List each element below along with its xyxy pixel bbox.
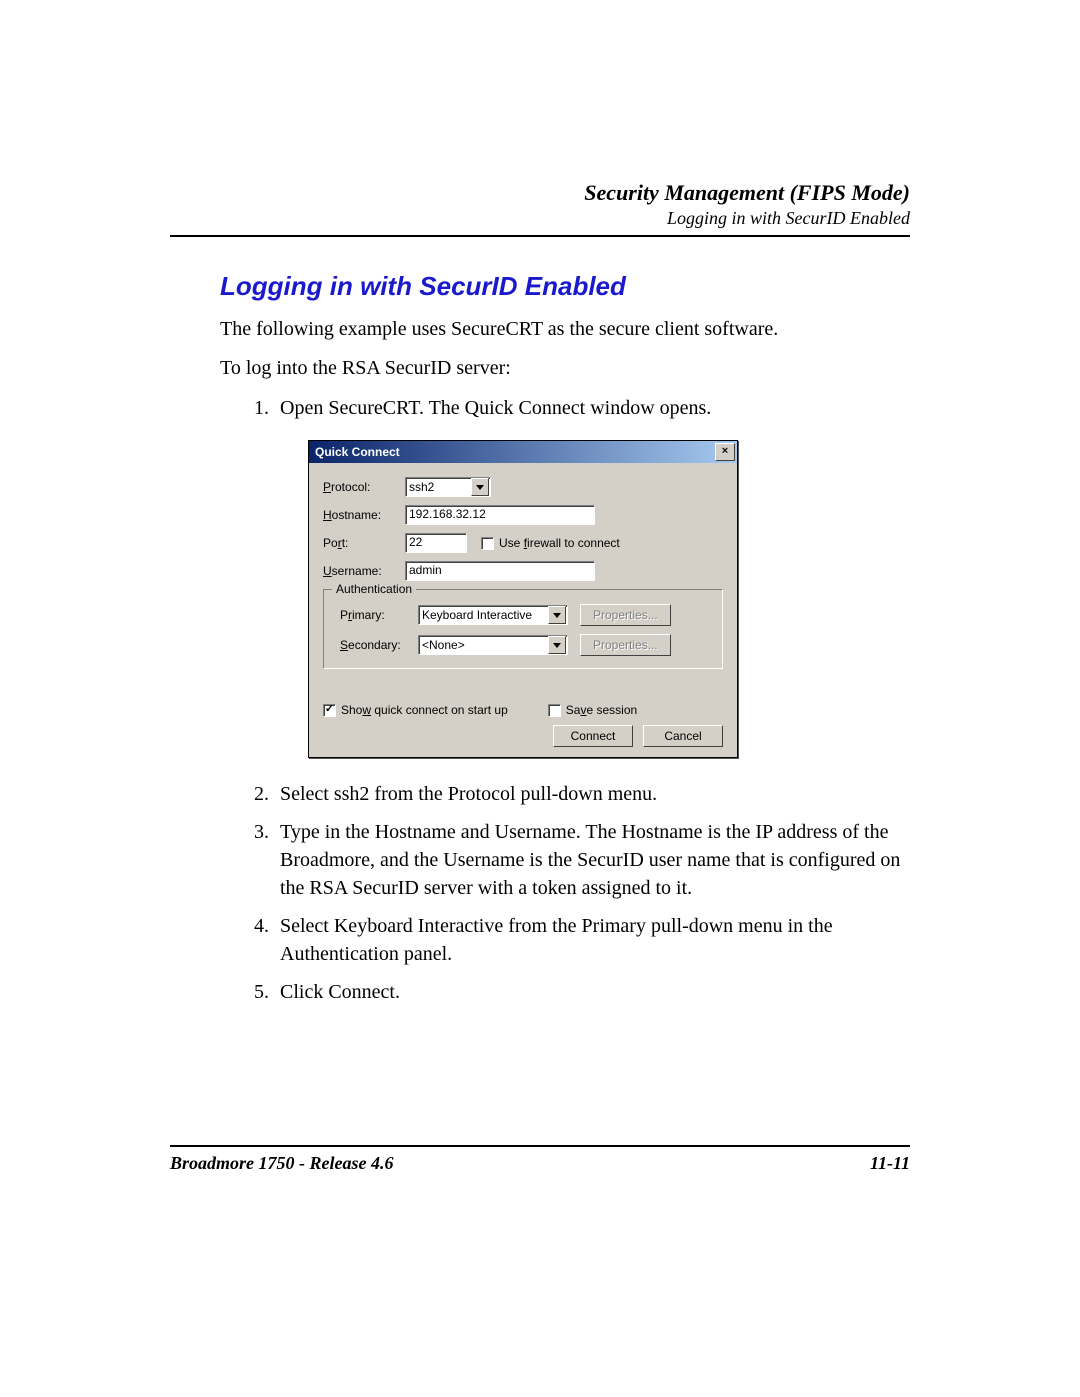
connect-button[interactable]: Connect [553,725,633,747]
dialog-title: Quick Connect [315,445,715,459]
show-quick-connect-checkbox[interactable] [323,704,336,717]
step-5: Click Connect. [274,978,910,1006]
secondary-label: Secondary: [334,638,418,652]
username-field[interactable]: admin [405,561,595,581]
step-1: Open SecureCRT. The Quick Connect window… [274,394,910,422]
authentication-legend: Authentication [332,582,416,596]
protocol-combo[interactable]: ssh2 [405,477,491,497]
footer-page-number: 11-11 [870,1153,910,1174]
primary-properties-button[interactable]: Properties... [580,604,671,626]
authentication-group: Authentication Primary: Keyboard Interac… [323,589,723,669]
step-4: Select Keyboard Interactive from the Pri… [274,912,910,968]
port-field[interactable]: 22 [405,533,467,553]
section-heading: Logging in with SecurID Enabled [220,271,910,302]
username-label: Username: [323,564,405,578]
secondary-combo[interactable]: <None> [418,635,568,655]
chevron-down-icon[interactable] [548,636,566,654]
chevron-down-icon[interactable] [471,478,489,496]
hostname-label: Hostname: [323,508,405,522]
footer-rule [170,1145,910,1147]
close-icon[interactable]: × [715,443,735,461]
cancel-button[interactable]: Cancel [643,725,723,747]
intro-paragraph-2: To log into the RSA SecurID server: [220,355,910,382]
step-2: Select ssh2 from the Protocol pull-down … [274,780,910,808]
primary-label: Primary: [334,608,418,622]
save-session-label: Save session [566,703,637,717]
port-label: Port: [323,536,405,550]
show-quick-connect-label: Show quick connect on start up [341,703,508,717]
hostname-field[interactable]: 192.168.32.12 [405,505,595,525]
steps-list-cont: Select ssh2 from the Protocol pull-down … [248,780,910,1006]
primary-combo[interactable]: Keyboard Interactive [418,605,568,625]
firewall-checkbox[interactable] [481,537,494,550]
intro-paragraph-1: The following example uses SecureCRT as … [220,316,910,343]
chevron-down-icon[interactable] [548,606,566,624]
step-3: Type in the Hostname and Username. The H… [274,818,910,902]
protocol-label: Protocol: [323,480,405,494]
secondary-properties-button[interactable]: Properties... [580,634,671,656]
firewall-label: Use firewall to connect [499,536,620,550]
header-rule [170,235,910,237]
section-running-head: Logging in with SecurID Enabled [170,208,910,229]
quick-connect-dialog: Quick Connect × Protocol: ssh2 Hostname:… [308,440,738,758]
chapter-title: Security Management (FIPS Mode) [170,180,910,206]
steps-list: Open SecureCRT. The Quick Connect window… [248,394,910,422]
dialog-titlebar[interactable]: Quick Connect × [309,441,737,463]
save-session-checkbox[interactable] [548,704,561,717]
footer-left: Broadmore 1750 - Release 4.6 [170,1153,393,1174]
